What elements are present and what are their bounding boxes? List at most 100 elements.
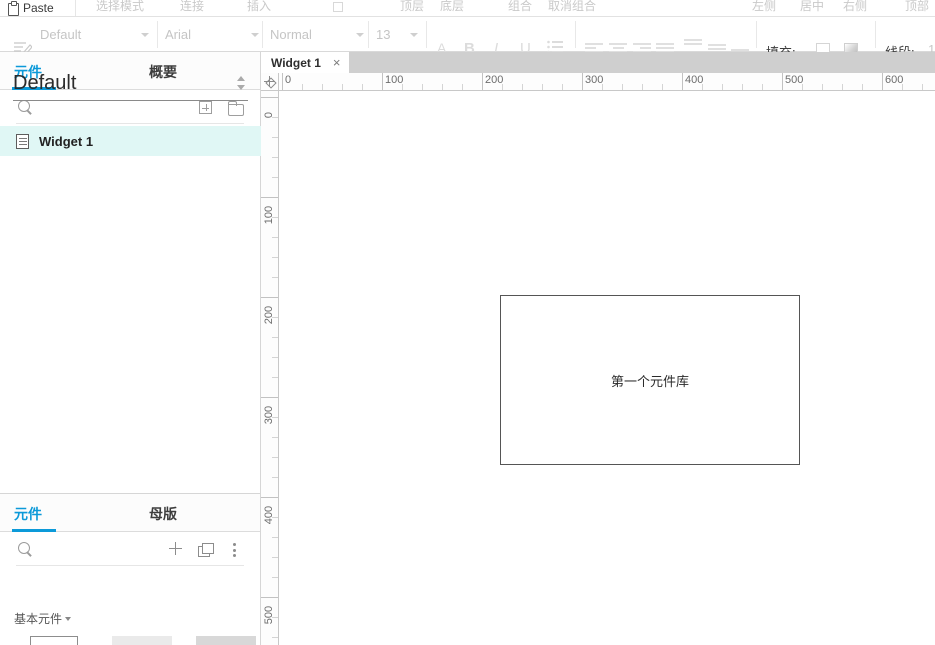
chevron-down-icon: [356, 33, 364, 37]
tab-library-masters[interactable]: 母版: [149, 504, 177, 524]
menu-item-insert[interactable]: 插入: [247, 0, 271, 14]
tab-library-widgets[interactable]: 元件: [14, 504, 42, 524]
close-icon[interactable]: ×: [333, 56, 341, 69]
toolbar-divider: [368, 21, 369, 48]
list-item[interactable]: Widget 1: [0, 126, 261, 156]
ruler-tick-minor: [272, 177, 278, 178]
search-icon[interactable]: [18, 100, 33, 115]
ruler-tick-minor: [272, 417, 278, 418]
font-weight-dropdown[interactable]: Normal: [270, 24, 370, 45]
spinner-icon[interactable]: [237, 76, 246, 92]
library-widget-bar2[interactable]: [196, 636, 256, 645]
ruler-tick-major: [261, 397, 278, 398]
duplicate-icon[interactable]: [198, 543, 214, 557]
ruler-label: 200: [263, 305, 275, 325]
panel-divider: [16, 565, 244, 566]
ruler-tick-minor: [272, 277, 278, 278]
tab-widget-1[interactable]: Widget 1 ×: [261, 52, 349, 73]
menu-item-align-top[interactable]: 顶部: [905, 0, 929, 14]
menu-item-align-left[interactable]: 左侧: [752, 0, 776, 14]
crosshair-icon: [264, 76, 275, 87]
toolbar-divider: [875, 21, 876, 48]
ruler-tick-minor: [422, 84, 423, 90]
ruler-tick-minor: [562, 84, 563, 90]
ruler-tick-minor: [462, 84, 463, 90]
add-library-icon[interactable]: [169, 542, 182, 555]
library-select[interactable]: Default: [13, 72, 248, 101]
ruler-tick-minor: [542, 84, 543, 90]
ruler-tick-minor: [642, 84, 643, 90]
search-icon[interactable]: [18, 542, 33, 557]
menu-point-icon[interactable]: [333, 2, 343, 12]
ruler-tick-minor: [272, 337, 278, 338]
menu-item-select-mode[interactable]: 选择模式: [96, 0, 144, 14]
libraries-panel-tabs: 元件 母版: [0, 494, 260, 532]
ruler-tick-minor: [902, 84, 903, 90]
document-tabstrip: Widget 1 ×: [261, 52, 935, 73]
menu-bar: Paste 选择模式 连接 插入 顶层 底层 组合 取消组合 左侧 居中 右侧 …: [0, 0, 935, 17]
menu-item-connect[interactable]: 连接: [180, 0, 204, 14]
ruler-tick-minor: [862, 84, 863, 90]
toolbar-divider: [262, 21, 263, 48]
library-group-label: 基本元件: [14, 612, 63, 626]
valign-top-icon[interactable]: [684, 39, 702, 51]
page-label: Widget 1: [39, 133, 94, 149]
ruler-tick-minor: [822, 84, 823, 90]
ruler-tick-major: [261, 297, 278, 298]
vertical-ruler[interactable]: 0 100 200 300 400 500: [261, 91, 279, 645]
style-dropdown[interactable]: Default: [40, 24, 155, 45]
ruler-tick-minor: [272, 437, 278, 438]
menu-item-align-right[interactable]: 右侧: [843, 0, 867, 14]
library-group-header[interactable]: 基本元件: [14, 610, 72, 627]
clipboard-icon: [8, 1, 19, 16]
add-page-icon[interactable]: [199, 101, 212, 114]
menu-item-ungroup[interactable]: 取消组合: [548, 0, 596, 14]
ruler-label: 500: [785, 74, 804, 86]
library-widget-bar[interactable]: [112, 636, 172, 645]
horizontal-ruler[interactable]: 0 100 200 300 400 500 600: [261, 73, 935, 91]
chevron-down-icon: [410, 33, 418, 37]
pages-panel: 元件 概要 Widget 1: [0, 52, 261, 493]
ruler-tick-minor: [442, 84, 443, 90]
ruler-tick-minor: [272, 237, 278, 238]
ruler-tick-minor: [272, 217, 278, 218]
ruler-label: 100: [385, 74, 404, 86]
ruler-tick-minor: [272, 377, 278, 378]
font-size-value: 13: [376, 27, 391, 42]
more-options-icon[interactable]: [233, 543, 237, 557]
toolbar-divider: [426, 21, 427, 48]
menu-item-bring-front[interactable]: 顶层: [400, 0, 424, 14]
paste-button[interactable]: Paste: [8, 0, 54, 16]
ruler-label: 300: [585, 74, 604, 86]
ruler-tick-major: [261, 97, 278, 98]
ruler-tick-minor: [702, 84, 703, 90]
ruler-tick-minor: [272, 517, 278, 518]
ruler-origin-button[interactable]: [261, 73, 279, 91]
font-size-dropdown[interactable]: 13: [376, 24, 424, 45]
ruler-tick-minor: [362, 84, 363, 90]
font-weight-value: Normal: [270, 27, 312, 42]
add-folder-icon[interactable]: [227, 101, 244, 116]
library-widget-box[interactable]: [30, 636, 78, 645]
chevron-down-icon: [251, 33, 259, 37]
ruler-label: 500: [263, 605, 275, 625]
menu-item-group[interactable]: 组合: [508, 0, 532, 14]
ruler-tick-minor: [342, 84, 343, 90]
ruler-tick-minor: [272, 477, 278, 478]
library-select-value: Default: [13, 72, 77, 94]
ruler-tick-minor: [522, 84, 523, 90]
canvas-shape[interactable]: 第一个元件库: [500, 295, 800, 465]
canvas-surface[interactable]: 第一个元件库: [279, 91, 935, 645]
ruler-tick-minor: [272, 357, 278, 358]
ruler-tick-minor: [322, 84, 323, 90]
ruler-tick-minor: [802, 84, 803, 90]
menu-divider: [75, 0, 76, 16]
ruler-tick-minor: [602, 84, 603, 90]
ruler-label: 400: [263, 505, 275, 525]
app-root: Paste 选择模式 连接 插入 顶层 底层 组合 取消组合 左侧 居中 右侧 …: [0, 0, 935, 645]
font-family-dropdown[interactable]: Arial: [165, 24, 265, 45]
chevron-down-icon: [65, 617, 72, 621]
menu-item-align-center[interactable]: 居中: [800, 0, 824, 14]
ruler-tick-minor: [762, 84, 763, 90]
menu-item-send-back[interactable]: 底层: [440, 0, 464, 14]
